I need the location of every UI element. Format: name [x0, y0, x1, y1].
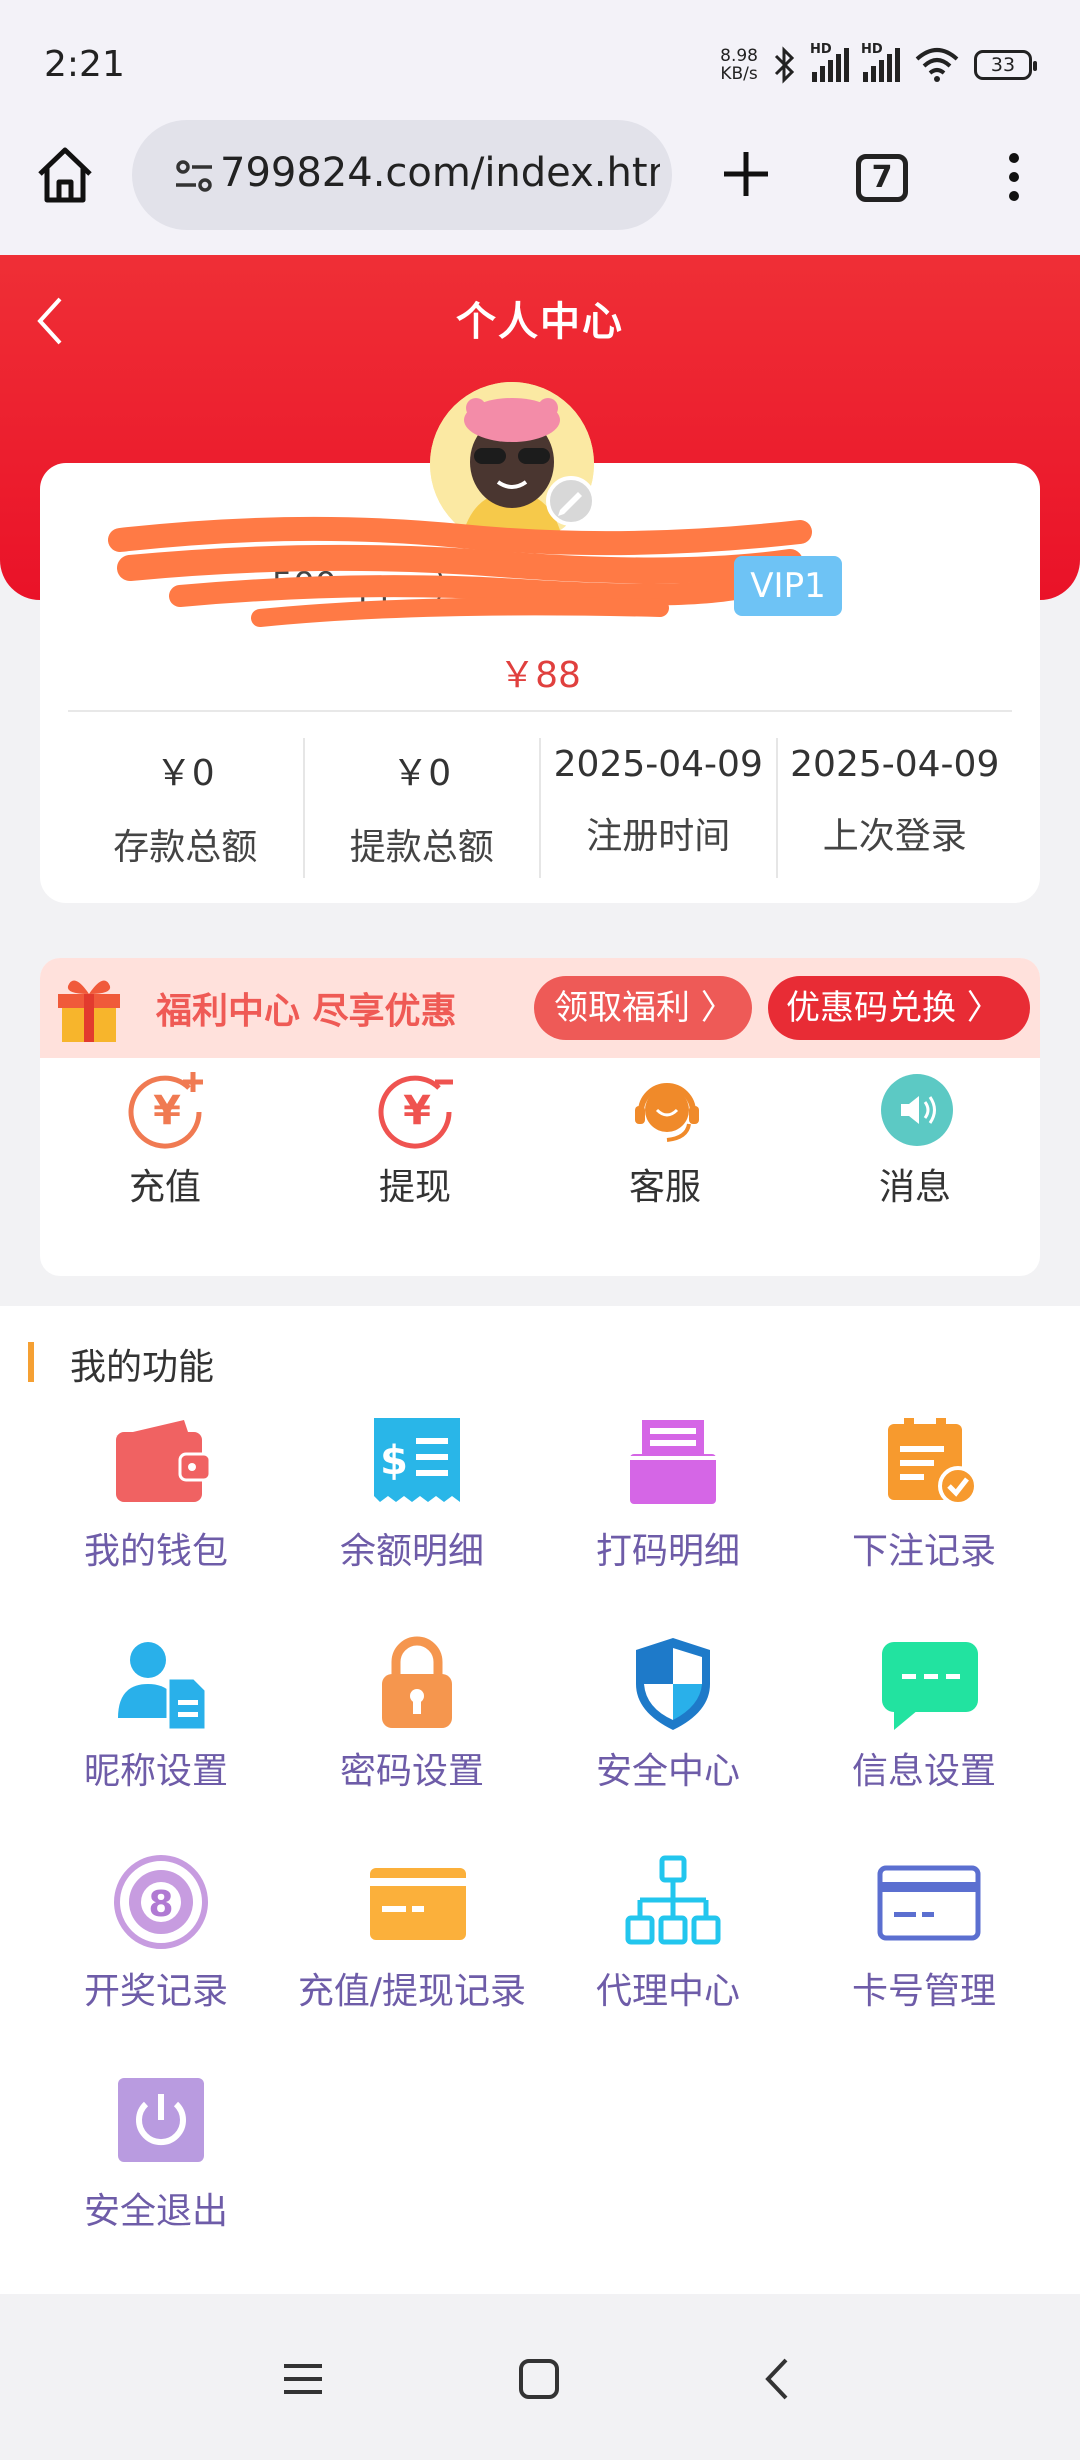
- quick-messages[interactable]: 消息: [790, 1068, 1040, 1268]
- redaction-scribble: [108, 516, 812, 627]
- vip-badge: VIP1: [734, 556, 842, 616]
- func-logout[interactable]: 安全退出: [28, 2074, 284, 2274]
- account-stats: ￥0 存款总额 ￥0 提款总额 2025-04-09 注册时间 2025-04-…: [68, 738, 1012, 878]
- status-time: 2:21: [44, 44, 125, 85]
- func-lottery-results[interactable]: 8 开奖记录: [28, 1854, 284, 2054]
- func-bet-code-detail[interactable]: 打码明细: [540, 1414, 796, 1614]
- quick-actions: ¥ 充值 ¥ 提现 客服 消息: [40, 1068, 1040, 1268]
- eight-ball-icon: 8: [114, 1855, 208, 1949]
- clipboard-check-icon: [888, 1418, 978, 1506]
- site-settings-icon[interactable]: [174, 158, 214, 194]
- quick-recharge[interactable]: ¥ 充值: [40, 1068, 290, 1268]
- chat-icon: [882, 1642, 978, 1730]
- func-wallet[interactable]: 我的钱包: [28, 1414, 284, 1614]
- claim-welfare-button[interactable]: 领取福利 〉: [534, 976, 752, 1040]
- shield-icon: [636, 1638, 710, 1730]
- func-card-management[interactable]: 卡号管理: [796, 1854, 1052, 2054]
- card-divider: [68, 710, 1012, 712]
- svg-text:¥: ¥: [153, 1088, 181, 1134]
- signal-icon-2: HD: [861, 42, 900, 82]
- system-nav-bar: [0, 2294, 1080, 2460]
- func-nickname-settings[interactable]: 昵称设置: [28, 1634, 284, 1834]
- net-speed: 8.98 KB/s: [720, 46, 758, 84]
- user-card-icon: [118, 1642, 208, 1732]
- browser-toolbar: 799824.com/index.htm 7: [0, 120, 1080, 255]
- lock-icon: [382, 1636, 452, 1728]
- quick-withdraw[interactable]: ¥ 提现: [290, 1068, 540, 1268]
- func-balance-detail[interactable]: $ 余额明细: [284, 1414, 540, 1614]
- org-chart-icon: [625, 1855, 721, 1945]
- promo-card: 福利中心 尽享优惠 领取福利 〉 优惠码兑换 〉 ¥ 充值 ¥ 提现 客服 消息: [40, 958, 1040, 1276]
- yuan-plus-icon: ¥: [128, 1072, 203, 1149]
- headset-icon: [635, 1083, 699, 1142]
- functions-panel: 我的功能 我的钱包 $ 余额明细 打码明细 下注记录 昵称设置 密码设置 安全中…: [0, 1306, 1080, 2294]
- stat-register-date: 2025-04-09 注册时间: [541, 738, 778, 878]
- status-icons: 8.98 KB/s HD HD 33: [720, 42, 1037, 84]
- section-title: 我的功能: [70, 1347, 215, 1388]
- printer-icon: [630, 1420, 716, 1504]
- bluetooth-icon: [774, 46, 795, 84]
- receipt-icon: $: [374, 1418, 460, 1502]
- func-agent-center[interactable]: 代理中心: [540, 1854, 796, 2054]
- func-info-settings[interactable]: 信息设置: [796, 1634, 1052, 1834]
- more-options-icon[interactable]: [996, 150, 1032, 204]
- section-accent: [28, 1342, 34, 1382]
- svg-text:¥: ¥: [403, 1088, 431, 1134]
- speaker-icon: [881, 1074, 953, 1146]
- func-recharge-withdraw-records[interactable]: 充值/提现记录: [284, 1854, 540, 2054]
- home-icon[interactable]: [30, 140, 100, 210]
- signal-icon-1: HD: [810, 42, 849, 82]
- welfare-slogan: 福利中心 尽享优惠: [156, 991, 457, 1032]
- quick-customer-service[interactable]: 客服: [540, 1068, 790, 1268]
- func-security-center[interactable]: 安全中心: [540, 1634, 796, 1834]
- tab-switcher-button[interactable]: 7: [856, 154, 908, 202]
- new-tab-icon[interactable]: [718, 146, 774, 202]
- func-password-settings[interactable]: 密码设置: [284, 1634, 540, 1834]
- gift-icon: [58, 980, 120, 1042]
- account-balance: ￥88: [499, 655, 581, 696]
- url-text[interactable]: 799824.com/index.htm: [220, 150, 660, 196]
- home-square-icon[interactable]: [514, 2354, 564, 2404]
- wifi-icon: [915, 48, 959, 82]
- status-bar: 2:21 8.98 KB/s HD HD 33: [0, 0, 1080, 120]
- redeem-coupon-button[interactable]: 优惠码兑换 〉: [768, 976, 1030, 1040]
- battery-icon: 33: [974, 50, 1037, 80]
- stat-last-login: 2025-04-09 上次登录: [790, 744, 1000, 857]
- svg-text:$: $: [380, 1438, 408, 1484]
- welfare-banner: 福利中心 尽享优惠 领取福利 〉 优惠码兑换 〉: [40, 958, 1040, 1058]
- stat-withdraw-total: ￥0 提款总额: [305, 738, 541, 878]
- power-icon: [118, 2078, 204, 2162]
- yuan-minus-icon: ¥: [378, 1075, 453, 1149]
- bank-card-icon: [877, 1865, 981, 1941]
- page-title: 个人中心: [456, 299, 624, 345]
- wallet-icon: [116, 1420, 212, 1502]
- card-icon: [370, 1868, 466, 1940]
- func-bet-records[interactable]: 下注记录: [796, 1414, 1052, 1614]
- address-bar[interactable]: 799824.com/index.htm: [132, 120, 672, 230]
- back-icon[interactable]: [752, 2354, 802, 2404]
- stat-deposit-total: ￥0 存款总额: [68, 738, 305, 878]
- menu-icon[interactable]: [278, 2354, 328, 2404]
- svg-text:8: 8: [148, 1884, 173, 1925]
